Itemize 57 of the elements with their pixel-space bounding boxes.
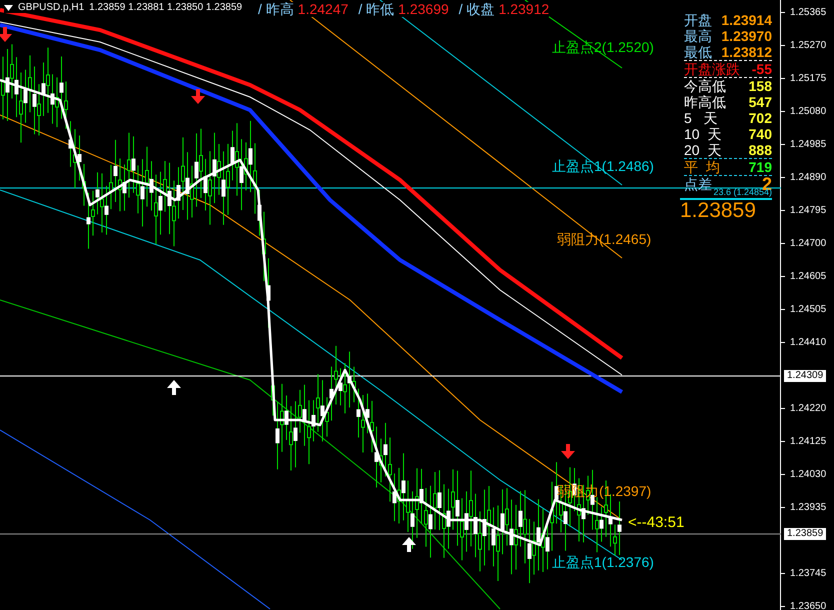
axis-tick-label: 1.24505	[790, 303, 826, 317]
down-arrow-icon	[191, 89, 205, 104]
axis-tick-label: 1.23650	[790, 600, 826, 610]
axis-tick-label: 1.25175	[790, 72, 826, 86]
price-marker: 1.24309	[784, 370, 826, 382]
axis-tick-label: 1.24985	[790, 138, 826, 152]
info-label: 开盘	[684, 12, 712, 28]
info-label: 昨高低	[684, 94, 726, 110]
axis-tick-label: 1.25270	[790, 39, 826, 53]
info-value: 1.23914	[721, 12, 772, 28]
price-marker: 1.23859	[784, 528, 826, 540]
info-label: 5 天	[684, 110, 718, 126]
countdown-timer: <--43:51	[628, 515, 684, 532]
level-label: 止盈点2(1.2520)	[552, 40, 654, 56]
info-value: 158	[748, 78, 772, 94]
info-label: 20 天	[684, 142, 722, 158]
info-value: 1.23970	[721, 28, 772, 44]
axis-tick-label: 1.24410	[790, 336, 826, 350]
previous-day-value: 1.23699	[398, 2, 449, 18]
axis-tick-label: 1.24795	[790, 204, 826, 218]
axis-tick-label: 1.23935	[790, 501, 826, 515]
up-arrow-icon	[402, 537, 416, 552]
down-arrow-icon	[561, 444, 575, 459]
previous-day-label: / 昨高	[258, 2, 294, 18]
info-label: 平 均	[684, 159, 720, 175]
axis-tick-label: 1.24030	[790, 468, 826, 482]
ohlc-values: 1.23859 1.23881 1.23850 1.23859	[89, 2, 242, 13]
axis-tick-label: 1.25080	[790, 105, 826, 119]
axis-tick-label: 1.24700	[790, 237, 826, 251]
info-label: 开盘涨跌	[684, 61, 740, 77]
axis-tick-label: 1.24605	[790, 270, 826, 284]
previous-day-label: / 昨低	[358, 2, 394, 18]
down-arrow-icon	[0, 27, 12, 42]
info-label: 最高	[684, 28, 712, 44]
info-value: 888	[748, 142, 772, 158]
axis-tick-label: 1.24890	[790, 171, 826, 185]
up-arrow-icon	[167, 380, 181, 395]
level-label: 止盈点1(1.2486)	[552, 159, 654, 174]
info-value: 547	[748, 94, 772, 110]
previous-day-label: / 收盘	[458, 2, 495, 18]
dropdown-icon	[4, 4, 13, 10]
info-value: 1.23812	[721, 44, 772, 60]
info-value: 719	[748, 159, 772, 175]
info-value: 702	[748, 110, 772, 126]
info-label: 今高低	[684, 78, 726, 94]
info-label: 最低	[684, 44, 712, 60]
info-value: -55	[752, 61, 772, 77]
axis-tick-label: 1.25365	[790, 6, 826, 20]
level-label: 止盈点1(1.2376)	[552, 555, 654, 570]
symbol-label: GBPUSD.p,H1	[18, 2, 84, 13]
axis-tick-label: 1.24125	[790, 435, 826, 449]
axis-tick-label: 1.23745	[790, 567, 826, 581]
previous-day-value: 1.23912	[498, 2, 550, 18]
info-label: 10 天	[684, 126, 722, 142]
info-value: 740	[748, 126, 772, 142]
axis-tick-label: 1.24220	[790, 402, 826, 416]
current-price: 1.23859	[680, 198, 772, 222]
